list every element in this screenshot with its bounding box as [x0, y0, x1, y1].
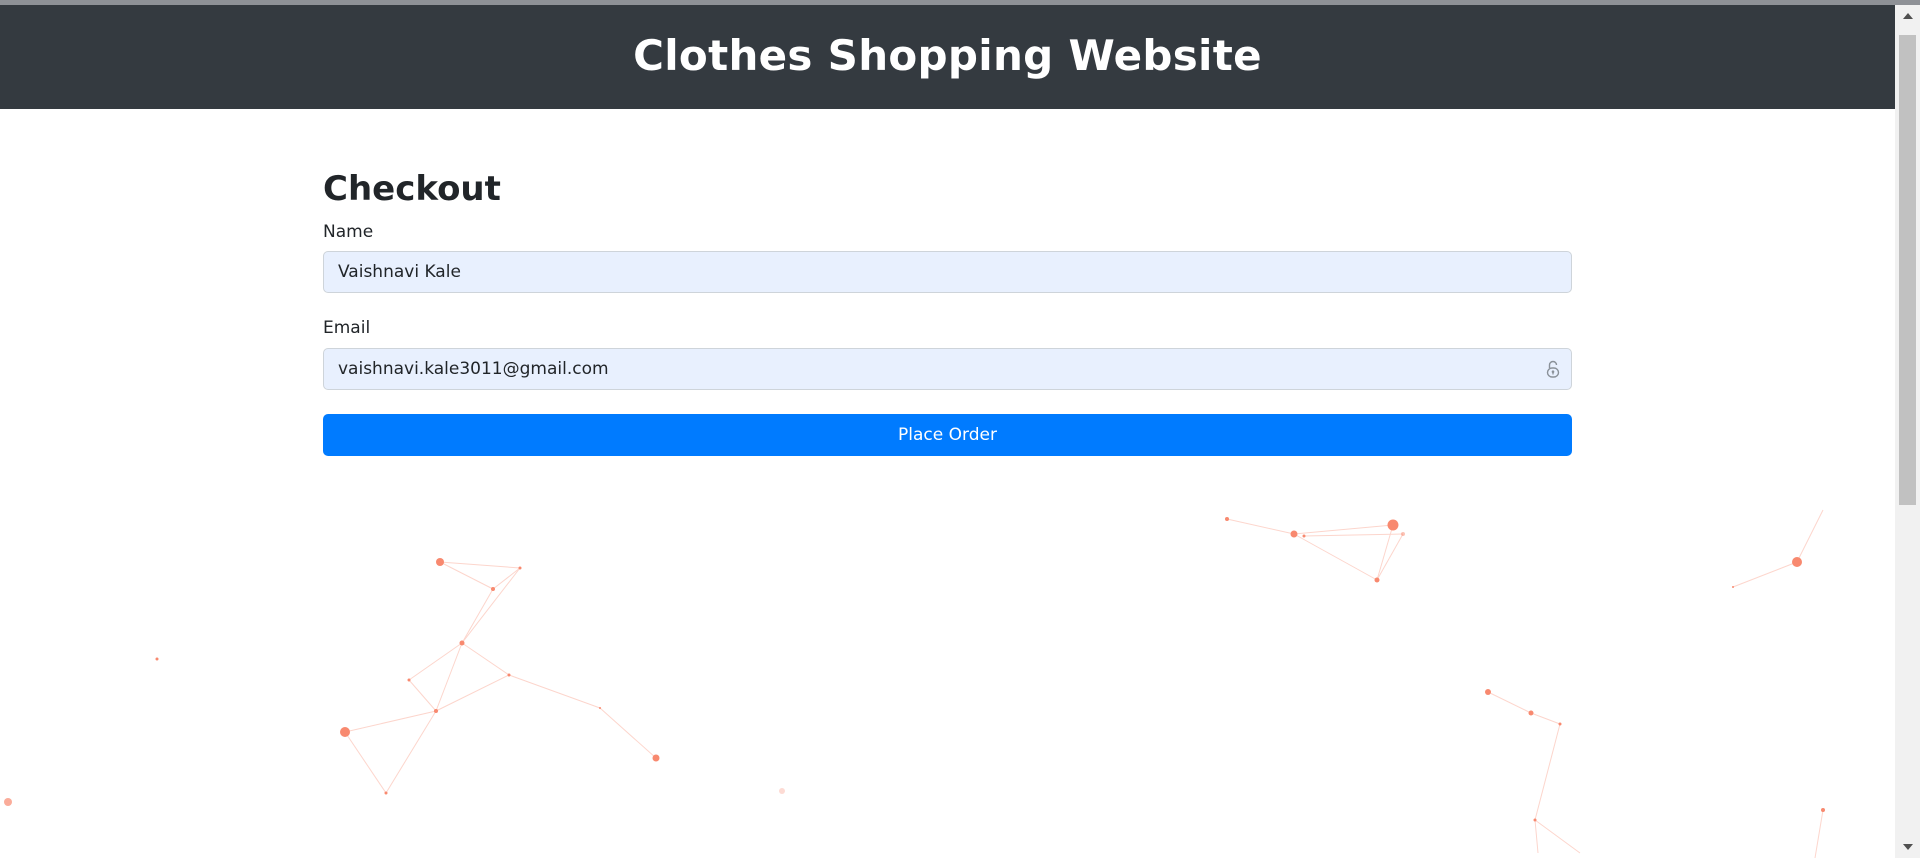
site-title: Clothes Shopping Website [633, 30, 1262, 80]
place-order-button[interactable]: Place Order [323, 414, 1572, 456]
name-label: Name [323, 222, 374, 242]
scrollbar-thumb[interactable] [1899, 35, 1916, 505]
site-header: Clothes Shopping Website [0, 5, 1895, 109]
page: Clothes Shopping Website Checkout Name E… [0, 5, 1895, 858]
vertical-scrollbar[interactable] [1895, 5, 1920, 858]
triangle-down-icon[interactable] [1895, 836, 1920, 858]
email-input[interactable] [323, 348, 1572, 390]
email-field-wrapper [323, 348, 1572, 390]
name-input[interactable] [323, 251, 1572, 293]
email-label: Email [323, 318, 371, 338]
lock-icon[interactable] [1546, 359, 1560, 379]
triangle-up-icon[interactable] [1895, 5, 1920, 27]
page-title: Checkout [323, 169, 501, 209]
